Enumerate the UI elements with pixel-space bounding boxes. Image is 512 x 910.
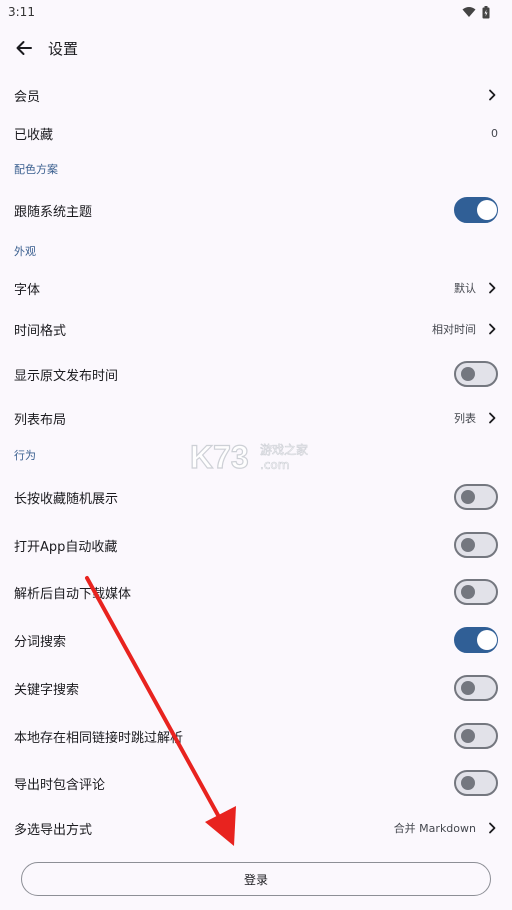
settings-item-multi-export[interactable]: 多选导出方式 合并 Markdown [0, 813, 512, 843]
toggle-knob [477, 200, 497, 220]
settings-item-auto-download-media[interactable]: 解析后自动下载媒体 [0, 577, 512, 607]
time-format-label: 时间格式 [14, 323, 67, 339]
settings-item-skip-local-duplicate[interactable]: 本地存在相同链接时跳过解析 [0, 721, 512, 751]
settings-item-show-publish-time[interactable]: 显示原文发布时间 [0, 359, 512, 389]
toggle-knob [461, 367, 475, 381]
show-publish-time-toggle[interactable] [454, 361, 498, 387]
time-format-value: 相对时间 [432, 323, 476, 336]
long-press-random-toggle[interactable] [454, 484, 498, 510]
settings-item-export-with-comments[interactable]: 导出时包含评论 [0, 768, 512, 798]
skip-local-dup-toggle[interactable] [454, 723, 498, 749]
auto-download-media-label: 解析后自动下载媒体 [14, 586, 132, 602]
member-label: 会员 [14, 89, 41, 105]
watermark-brand: K73 [190, 439, 249, 475]
page-title: 设置 [48, 39, 79, 58]
word-seg-search-toggle[interactable] [454, 627, 498, 653]
follow-system-toggle[interactable] [454, 197, 498, 223]
toggle-knob [461, 681, 475, 695]
settings-item-time-format[interactable]: 时间格式 相对时间 [0, 314, 512, 344]
chevron-right-icon [489, 89, 496, 101]
watermark-dotcom: .com [260, 458, 289, 472]
section-header-appearance: 外观 [14, 245, 36, 258]
auto-download-media-toggle[interactable] [454, 579, 498, 605]
status-bar: 3:11 [0, 0, 512, 24]
skip-local-dup-label: 本地存在相同链接时跳过解析 [14, 730, 184, 746]
open-app-auto-fav-toggle[interactable] [454, 532, 498, 558]
toggle-knob [461, 585, 475, 599]
word-seg-search-label: 分词搜索 [14, 634, 67, 650]
toggle-knob [461, 776, 475, 790]
export-with-comments-toggle[interactable] [454, 770, 498, 796]
favorites-label: 已收藏 [14, 127, 54, 143]
font-value: 默认 [454, 282, 476, 295]
login-button[interactable]: 登录 [21, 862, 491, 896]
settings-item-long-press-random[interactable]: 长按收藏随机展示 [0, 482, 512, 512]
toggle-knob [461, 538, 475, 552]
back-button[interactable] [0, 24, 48, 72]
toggle-knob [461, 729, 475, 743]
multi-export-value: 合并 Markdown [393, 822, 476, 835]
chevron-right-icon [489, 282, 496, 294]
font-label: 字体 [14, 282, 41, 298]
battery-icon [482, 5, 490, 18]
wifi-icon [462, 7, 476, 17]
chevron-right-icon [489, 412, 496, 424]
list-layout-value: 列表 [454, 412, 476, 425]
app-bar: 设置 [0, 24, 512, 72]
settings-item-favorites[interactable]: 已收藏 0 [0, 118, 512, 148]
show-publish-time-label: 显示原文发布时间 [14, 368, 119, 384]
chevron-right-icon [489, 822, 496, 834]
toggle-knob [477, 630, 497, 650]
long-press-random-label: 长按收藏随机展示 [14, 491, 119, 507]
favorites-count: 0 [491, 126, 498, 140]
section-header-color-scheme: 配色方案 [14, 163, 58, 176]
arrow-left-icon [16, 41, 32, 55]
follow-system-label: 跟随系统主题 [14, 204, 93, 220]
section-header-behavior: 行为 [14, 449, 36, 462]
settings-item-font[interactable]: 字体 默认 [0, 273, 512, 303]
settings-item-member[interactable]: 会员 [0, 80, 512, 110]
settings-item-list-layout[interactable]: 列表布局 列表 [0, 403, 512, 433]
settings-item-follow-system-theme[interactable]: 跟随系统主题 [0, 195, 512, 225]
settings-item-word-seg-search[interactable]: 分词搜索 [0, 625, 512, 655]
k73-watermark-logo: K73 游戏之家 .com [189, 438, 308, 475]
list-layout-label: 列表布局 [14, 412, 67, 428]
status-time: 3:11 [8, 5, 35, 19]
multi-export-label: 多选导出方式 [14, 822, 93, 838]
keyword-search-label: 关键字搜索 [14, 682, 80, 698]
watermark-cn: 游戏之家 [260, 442, 308, 457]
export-with-comments-label: 导出时包含评论 [14, 777, 106, 793]
chevron-right-icon [489, 323, 496, 335]
settings-item-keyword-search[interactable]: 关键字搜索 [0, 673, 512, 703]
open-app-auto-fav-label: 打开App自动收藏 [14, 539, 118, 555]
status-icons [462, 5, 490, 19]
toggle-knob [461, 490, 475, 504]
keyword-search-toggle[interactable] [454, 675, 498, 701]
settings-item-open-app-auto-favorite[interactable]: 打开App自动收藏 [0, 530, 512, 560]
